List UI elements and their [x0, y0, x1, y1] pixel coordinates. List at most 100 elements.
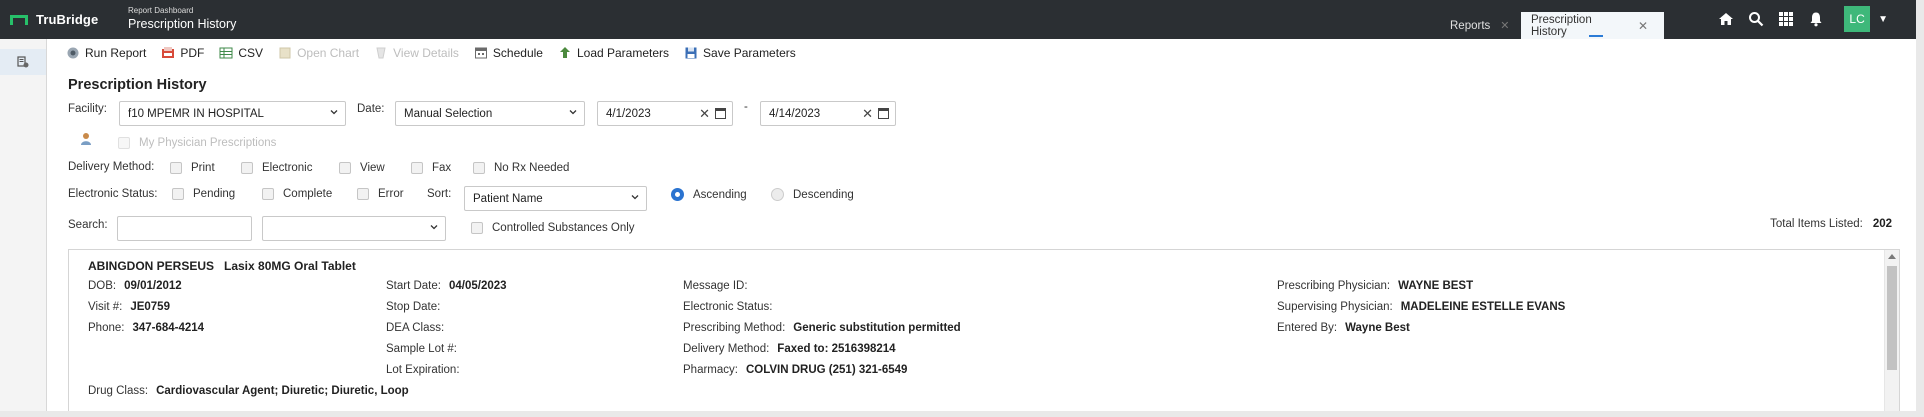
date-from-input[interactable]: 4/1/2023 ✕ — [597, 101, 733, 126]
stop-date-label: Stop Date: — [386, 301, 441, 313]
stop-date-field: Stop Date: — [386, 301, 448, 313]
clear-icon[interactable]: ✕ — [862, 106, 873, 122]
report-settings-icon — [17, 56, 29, 68]
date-to-input[interactable]: 4/14/2023 ✕ — [760, 101, 896, 126]
save-parameters-button[interactable]: Save Parameters — [684, 46, 796, 60]
scroll-up-arrow-icon[interactable] — [1888, 254, 1896, 259]
sample-lot-field: Sample Lot #: — [386, 343, 465, 355]
prescribing-physician-label: Prescribing Physician: — [1277, 280, 1391, 292]
medication-name[interactable]: Lasix 80MG Oral Tablet — [224, 259, 356, 273]
phone-field: Phone: 347-684-4214 — [88, 322, 204, 334]
apps-grid-icon[interactable] — [1778, 11, 1794, 27]
date-mode-value: Manual Selection — [404, 107, 493, 120]
breadcrumb-parent[interactable]: Report Dashboard — [128, 7, 236, 15]
open-chart-icon — [279, 47, 291, 59]
save-parameters-label: Save Parameters — [703, 46, 796, 60]
tab-reports[interactable]: Reports ✕ — [1450, 12, 1510, 39]
delivery-electronic-checkbox[interactable]: Electronic — [241, 162, 313, 174]
checkbox-box — [471, 222, 483, 234]
status-pending-checkbox[interactable]: Pending — [172, 188, 235, 200]
page-title: Prescription History — [68, 77, 207, 93]
csv-button[interactable]: CSV — [219, 46, 263, 60]
load-parameters-button[interactable]: Load Parameters — [558, 46, 669, 60]
my-physician-checkbox[interactable]: My Physician Prescriptions — [118, 137, 276, 149]
controlled-substances-checkbox[interactable]: Controlled Substances Only — [471, 222, 635, 234]
facility-select[interactable]: f10 MPEMR IN HOSPITAL — [119, 101, 346, 126]
chevron-down-icon — [569, 110, 577, 115]
brand-logo[interactable]: TruBridge — [10, 12, 98, 27]
user-avatar[interactable]: LC — [1844, 6, 1871, 32]
ascending-radio[interactable]: Ascending — [671, 188, 747, 201]
delivery-electronic-label: Electronic — [262, 162, 313, 174]
descending-label: Descending — [793, 188, 854, 201]
close-icon[interactable]: ✕ — [1500, 19, 1509, 32]
pharmacy-field: Pharmacy: COLVIN DRUG (251) 321-6549 — [683, 364, 907, 376]
schedule-label: Schedule — [492, 46, 543, 60]
search-icon[interactable] — [1748, 11, 1764, 27]
search-label: Search: — [68, 219, 108, 231]
prescribing-method-value: Generic substitution permitted — [793, 322, 961, 334]
home-icon[interactable] — [1718, 11, 1734, 27]
clear-icon[interactable]: ✕ — [699, 106, 710, 122]
delivery-view-checkbox[interactable]: View — [339, 162, 385, 174]
total-items-label: Total Items Listed: — [1770, 218, 1863, 230]
calendar-icon[interactable] — [878, 107, 889, 119]
date-from-value: 4/1/2023 — [606, 107, 651, 120]
controlled-substances-label: Controlled Substances Only — [492, 222, 635, 234]
results-scrollbar[interactable] — [1884, 250, 1899, 411]
date-mode-select[interactable]: Manual Selection — [395, 101, 585, 126]
dea-class-field: DEA Class: — [386, 322, 452, 334]
sample-lot-label: Sample Lot #: — [386, 343, 457, 355]
view-details-button[interactable]: View Details — [374, 46, 459, 60]
bell-icon[interactable] — [1808, 11, 1824, 27]
dob-field: DOB: 09/01/2012 — [88, 280, 182, 292]
tab-prescription-history[interactable]: Prescription History ✕ — [1521, 12, 1664, 39]
status-error-checkbox[interactable]: Error — [357, 188, 404, 200]
lot-expiration-field: Lot Expiration: — [386, 364, 468, 376]
brand-name: TruBridge — [36, 12, 99, 27]
entered-by-field: Entered By: Wayne Best — [1277, 322, 1410, 334]
view-details-label: View Details — [393, 46, 459, 60]
delivery-print-checkbox[interactable]: Print — [170, 162, 215, 174]
drug-class-value: Cardiovascular Agent; Diuretic; Diuretic… — [156, 385, 409, 397]
delivery-method-field: Delivery Method: Faxed to: 2516398214 — [683, 343, 896, 355]
chevron-down-icon[interactable]: ▼ — [1878, 14, 1888, 25]
descending-radio[interactable]: Descending — [771, 188, 854, 201]
checkbox-box — [262, 188, 274, 200]
calendar-icon[interactable] — [715, 107, 726, 119]
search-scope-select[interactable] — [262, 216, 446, 241]
pharmacy-value: COLVIN DRUG (251) 321-6549 — [745, 364, 908, 376]
chevron-down-icon — [631, 195, 639, 200]
delivery-no-rx-checkbox[interactable]: No Rx Needed — [473, 162, 569, 174]
report-panel-button[interactable] — [0, 49, 46, 75]
delivery-method-value: Faxed to: 2516398214 — [777, 343, 896, 355]
start-date-field: Start Date: 04/05/2023 — [386, 280, 507, 292]
patient-name[interactable]: ABINGDON PERSEUS — [88, 259, 214, 273]
app-window: TruBridge Report Dashboard Prescription … — [0, 0, 1916, 411]
visit-value: JE0759 — [130, 301, 170, 313]
sort-select[interactable]: Patient Name — [464, 186, 647, 211]
status-complete-checkbox[interactable]: Complete — [262, 188, 332, 200]
scrollbar-thumb[interactable] — [1887, 266, 1897, 370]
toolbar: Run Report PDF CSV Open Chart View Detai… — [66, 46, 796, 60]
entered-by-value: Wayne Best — [1345, 322, 1410, 334]
electronic-status-field: Electronic Status: — [683, 301, 780, 313]
schedule-button[interactable]: Schedule — [474, 46, 543, 60]
radio-dot — [771, 188, 784, 201]
results-panel: ABINGDON PERSEUS Lasix 80MG Oral Tablet … — [68, 249, 1900, 411]
electronic-status-label: Electronic Status: — [68, 188, 158, 200]
status-pending-label: Pending — [193, 188, 236, 200]
my-physician-label: My Physician Prescriptions — [139, 137, 277, 149]
top-bar: TruBridge Report Dashboard Prescription … — [0, 0, 1916, 39]
chevron-down-icon — [330, 110, 338, 115]
close-icon[interactable]: ✕ — [1638, 19, 1648, 33]
delivery-fax-checkbox[interactable]: Fax — [411, 162, 451, 174]
prescribing-method-label: Prescribing Method: — [683, 322, 786, 334]
pdf-button[interactable]: PDF — [161, 46, 204, 60]
search-input[interactable] — [117, 216, 252, 241]
open-chart-button[interactable]: Open Chart — [278, 46, 359, 60]
load-parameters-label: Load Parameters — [576, 46, 670, 60]
supervising-physician-value: MADELEINE ESTELLE EVANS — [1400, 301, 1566, 313]
drug-class-field: Drug Class: Cardiovascular Agent; Diureti… — [88, 385, 409, 397]
run-report-button[interactable]: Run Report — [66, 46, 146, 60]
